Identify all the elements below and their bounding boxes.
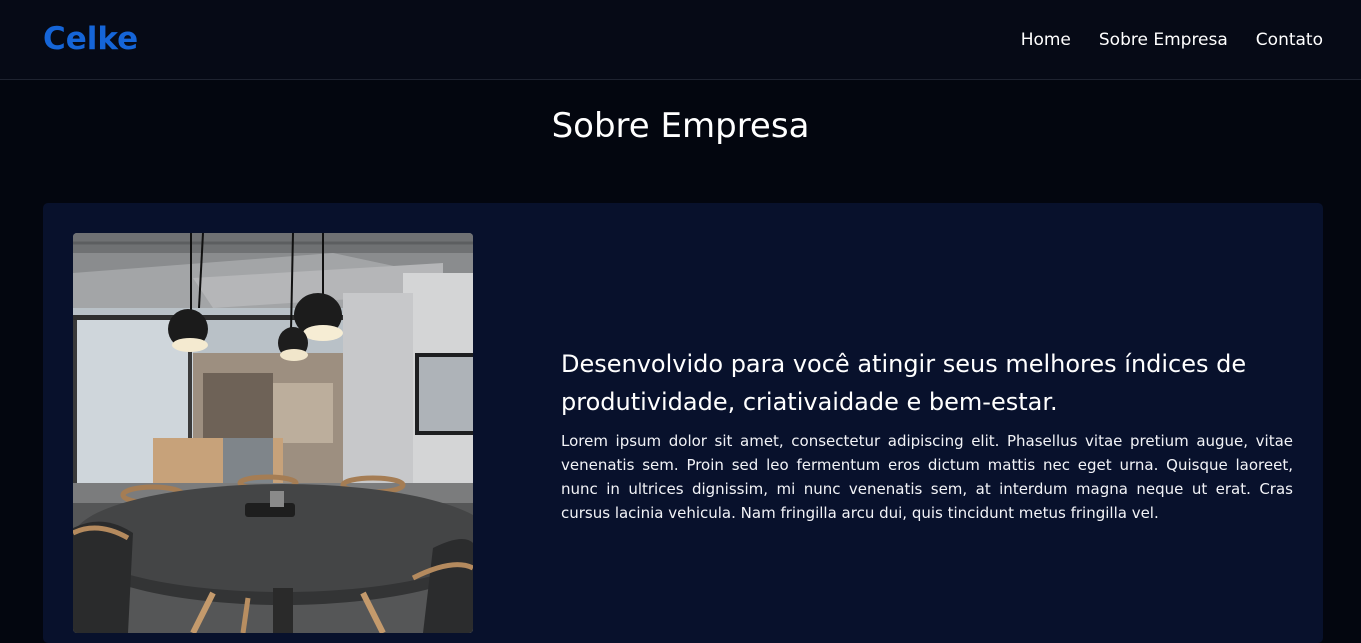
navbar: Celke Home Sobre Empresa Contato bbox=[0, 0, 1361, 80]
about-card: Desenvolvido para você atingir seus melh… bbox=[43, 203, 1323, 643]
meeting-room-photo bbox=[73, 233, 473, 633]
about-paragraph: Lorem ipsum dolor sit amet, consectetur … bbox=[561, 432, 1293, 522]
section-title: Sobre Empresa bbox=[551, 106, 810, 146]
about-text: Desenvolvido para você atingir seus melh… bbox=[561, 345, 1293, 525]
nav-link-contato[interactable]: Contato bbox=[1256, 29, 1323, 51]
about-headline: Desenvolvido para você atingir seus melh… bbox=[561, 350, 1247, 416]
nav-link-sobre-empresa[interactable]: Sobre Empresa bbox=[1099, 29, 1228, 51]
nav-link-home[interactable]: Home bbox=[1021, 29, 1071, 51]
logo[interactable]: Celke bbox=[43, 19, 138, 59]
nav-menu: Home Sobre Empresa Contato bbox=[1021, 29, 1323, 51]
